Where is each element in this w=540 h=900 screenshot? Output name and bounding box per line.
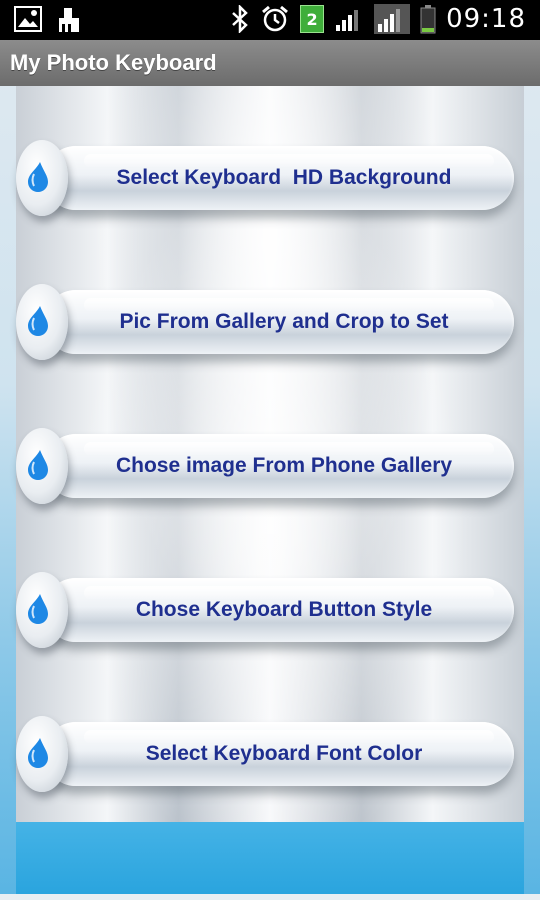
right-frame-border (524, 40, 540, 900)
signal-strength-icon (334, 5, 364, 33)
menu-button-body[interactable]: Select Keyboard HD Background (44, 146, 514, 210)
battery-icon (420, 4, 436, 34)
pic-from-gallery-crop-button[interactable]: Pic From Gallery and Crop to Set (16, 284, 516, 366)
status-bar-left-icons (14, 6, 82, 34)
menu-button-body[interactable]: Chose image From Phone Gallery (44, 434, 514, 498)
gallery-icon (14, 6, 42, 34)
left-frame-border (0, 40, 16, 900)
menu-button-label: Pic From Gallery and Crop to Set (119, 310, 449, 333)
select-keyboard-hd-background-button[interactable]: Select Keyboard HD Background (16, 140, 516, 222)
menu-button-knob (16, 140, 68, 216)
cleaner-icon (56, 6, 82, 34)
chose-keyboard-button-style-button[interactable]: Chose Keyboard Button Style (16, 572, 516, 654)
menu-button-body[interactable]: Pic From Gallery and Crop to Set (44, 290, 514, 354)
menu-button-knob (16, 428, 68, 504)
status-time: 09:18 (446, 4, 526, 34)
menu-button-knob (16, 284, 68, 360)
menu-button-label: Select Keyboard HD Background (116, 166, 452, 189)
blue-drop-icon (28, 738, 48, 768)
menu-button-label: Select Keyboard Font Color (145, 742, 423, 765)
alarm-icon (260, 4, 290, 34)
blue-drop-icon (28, 306, 48, 336)
bottom-ad-banner (16, 822, 524, 894)
title-bar: My Photo Keyboard (0, 40, 540, 86)
status-bar: 2 09:18 (0, 0, 540, 40)
menu-button-label: Chose Keyboard Button Style (135, 598, 433, 621)
sim-2-icon: 2 (300, 5, 325, 33)
signal-strength-secondary-icon (374, 4, 411, 34)
menu-panel: Select Keyboard HD Background Pic From G… (16, 86, 524, 822)
menu-button-label: Chose image From Phone Gallery (115, 454, 453, 477)
menu-button-knob (16, 572, 68, 648)
menu-button-body[interactable]: Chose Keyboard Button Style (44, 578, 514, 642)
select-keyboard-font-color-button[interactable]: Select Keyboard Font Color (16, 716, 516, 798)
status-bar-right-icons: 2 09:18 (230, 4, 526, 34)
menu-button-body[interactable]: Select Keyboard Font Color (44, 722, 514, 786)
bluetooth-icon (230, 5, 250, 33)
app-title: My Photo Keyboard (10, 50, 217, 75)
chose-image-from-phone-gallery-button[interactable]: Chose image From Phone Gallery (16, 428, 516, 510)
blue-drop-icon (28, 594, 48, 624)
blue-drop-icon (28, 450, 48, 480)
menu-button-knob (16, 716, 68, 792)
bottom-strip (0, 894, 540, 900)
blue-drop-icon (28, 162, 48, 192)
